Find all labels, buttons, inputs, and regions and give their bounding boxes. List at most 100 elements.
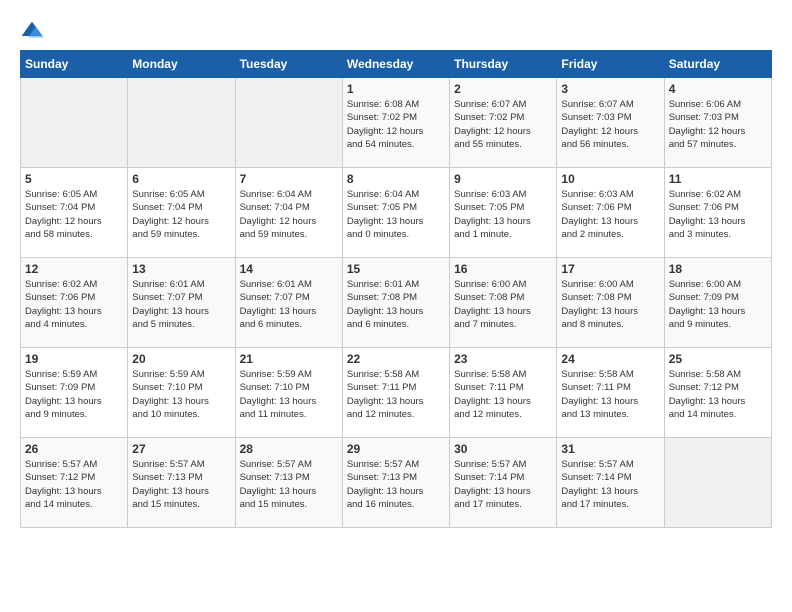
calendar-day-cell: 24 Sunrise: 5:58 AMSunset: 7:11 PMDayligh… [557, 348, 664, 438]
day-info: Sunrise: 6:01 AMSunset: 7:08 PMDaylight:… [347, 278, 445, 331]
weekday-header: Wednesday [342, 51, 449, 78]
calendar-week-row: 1 Sunrise: 6:08 AMSunset: 7:02 PMDaylight… [21, 78, 772, 168]
day-info: Sunrise: 5:58 AMSunset: 7:12 PMDaylight:… [669, 368, 767, 421]
day-info: Sunrise: 6:03 AMSunset: 7:06 PMDaylight:… [561, 188, 659, 241]
day-number: 10 [561, 172, 659, 186]
day-info: Sunrise: 6:03 AMSunset: 7:05 PMDaylight:… [454, 188, 552, 241]
day-number: 22 [347, 352, 445, 366]
calendar-day-cell: 23Sunrise: 5:58 AMSunset: 7:11 PMDayligh… [450, 348, 557, 438]
day-number: 25 [669, 352, 767, 366]
day-info: Sunrise: 6:01 AMSunset: 7:07 PMDaylight:… [132, 278, 230, 331]
day-info: Sunrise: 6:04 AMSunset: 7:04 PMDaylight:… [240, 188, 338, 241]
calendar-day-cell: 4 Sunrise: 6:06 AMSunset: 7:03 PMDaylight… [664, 78, 771, 168]
calendar-day-cell [21, 78, 128, 168]
calendar-day-cell: 21 Sunrise: 5:59 AMSunset: 7:10 PMDayligh… [235, 348, 342, 438]
day-info: Sunrise: 6:07 AMSunset: 7:02 PMDaylight:… [454, 98, 552, 151]
weekday-header: Tuesday [235, 51, 342, 78]
calendar-day-cell [128, 78, 235, 168]
day-info: Sunrise: 5:57 AMSunset: 7:13 PMDaylight:… [240, 458, 338, 511]
calendar-week-row: 19Sunrise: 5:59 AMSunset: 7:09 PMDayligh… [21, 348, 772, 438]
day-number: 21 [240, 352, 338, 366]
calendar-table: SundayMondayTuesdayWednesdayThursdayFrid… [20, 50, 772, 528]
day-info: Sunrise: 5:57 AMSunset: 7:14 PMDaylight:… [561, 458, 659, 511]
logo-icon [20, 20, 44, 40]
day-info: Sunrise: 5:59 AMSunset: 7:10 PMDaylight:… [132, 368, 230, 421]
calendar-day-cell: 13 Sunrise: 6:01 AMSunset: 7:07 PMDayligh… [128, 258, 235, 348]
day-number: 6 [132, 172, 230, 186]
day-number: 23 [454, 352, 552, 366]
day-info: Sunrise: 5:58 AMSunset: 7:11 PMDaylight:… [347, 368, 445, 421]
day-number: 3 [561, 82, 659, 96]
calendar-day-cell [235, 78, 342, 168]
calendar-day-cell: 6 Sunrise: 6:05 AMSunset: 7:04 PMDaylight… [128, 168, 235, 258]
calendar-day-cell: 7 Sunrise: 6:04 AMSunset: 7:04 PMDaylight… [235, 168, 342, 258]
day-info: Sunrise: 5:57 AMSunset: 7:12 PMDaylight:… [25, 458, 123, 511]
day-number: 1 [347, 82, 445, 96]
calendar-day-cell: 1 Sunrise: 6:08 AMSunset: 7:02 PMDaylight… [342, 78, 449, 168]
calendar-day-cell: 11 Sunrise: 6:02 AMSunset: 7:06 PMDayligh… [664, 168, 771, 258]
day-info: Sunrise: 6:07 AMSunset: 7:03 PMDaylight:… [561, 98, 659, 151]
calendar-day-cell: 22 Sunrise: 5:58 AMSunset: 7:11 PMDayligh… [342, 348, 449, 438]
day-info: Sunrise: 5:57 AMSunset: 7:13 PMDaylight:… [347, 458, 445, 511]
day-info: Sunrise: 5:59 AMSunset: 7:10 PMDaylight:… [240, 368, 338, 421]
calendar-day-cell: 12 Sunrise: 6:02 AMSunset: 7:06 PMDayligh… [21, 258, 128, 348]
day-info: Sunrise: 5:59 AMSunset: 7:09 PMDaylight:… [25, 368, 123, 421]
day-number: 27 [132, 442, 230, 456]
day-info: Sunrise: 5:57 AMSunset: 7:14 PMDaylight:… [454, 458, 552, 511]
day-number: 11 [669, 172, 767, 186]
day-number: 18 [669, 262, 767, 276]
calendar-week-row: 26 Sunrise: 5:57 AMSunset: 7:12 PMDayligh… [21, 438, 772, 528]
day-number: 12 [25, 262, 123, 276]
day-number: 26 [25, 442, 123, 456]
calendar-day-cell: 9 Sunrise: 6:03 AMSunset: 7:05 PMDaylight… [450, 168, 557, 258]
day-number: 16 [454, 262, 552, 276]
day-info: Sunrise: 6:00 AMSunset: 7:09 PMDaylight:… [669, 278, 767, 331]
day-number: 17 [561, 262, 659, 276]
weekday-header: Monday [128, 51, 235, 78]
calendar-day-cell: 16Sunrise: 6:00 AMSunset: 7:08 PMDayligh… [450, 258, 557, 348]
day-info: Sunrise: 6:05 AMSunset: 7:04 PMDaylight:… [25, 188, 123, 241]
day-number: 28 [240, 442, 338, 456]
day-number: 14 [240, 262, 338, 276]
day-number: 15 [347, 262, 445, 276]
calendar-day-cell: 5Sunrise: 6:05 AMSunset: 7:04 PMDaylight… [21, 168, 128, 258]
day-number: 4 [669, 82, 767, 96]
day-number: 24 [561, 352, 659, 366]
calendar-day-cell: 31 Sunrise: 5:57 AMSunset: 7:14 PMDayligh… [557, 438, 664, 528]
calendar-day-cell: 15 Sunrise: 6:01 AMSunset: 7:08 PMDayligh… [342, 258, 449, 348]
calendar-day-cell: 17 Sunrise: 6:00 AMSunset: 7:08 PMDayligh… [557, 258, 664, 348]
day-info: Sunrise: 6:02 AMSunset: 7:06 PMDaylight:… [25, 278, 123, 331]
day-info: Sunrise: 6:02 AMSunset: 7:06 PMDaylight:… [669, 188, 767, 241]
day-info: Sunrise: 6:06 AMSunset: 7:03 PMDaylight:… [669, 98, 767, 151]
day-number: 9 [454, 172, 552, 186]
calendar-day-cell: 27Sunrise: 5:57 AMSunset: 7:13 PMDayligh… [128, 438, 235, 528]
calendar-week-row: 12 Sunrise: 6:02 AMSunset: 7:06 PMDayligh… [21, 258, 772, 348]
calendar-day-cell: 8Sunrise: 6:04 AMSunset: 7:05 PMDaylight… [342, 168, 449, 258]
logo [20, 20, 48, 40]
day-number: 29 [347, 442, 445, 456]
day-number: 7 [240, 172, 338, 186]
calendar-day-cell: 2Sunrise: 6:07 AMSunset: 7:02 PMDaylight… [450, 78, 557, 168]
day-info: Sunrise: 6:00 AMSunset: 7:08 PMDaylight:… [561, 278, 659, 331]
weekday-header: Saturday [664, 51, 771, 78]
weekday-header: Sunday [21, 51, 128, 78]
day-info: Sunrise: 6:05 AMSunset: 7:04 PMDaylight:… [132, 188, 230, 241]
calendar-day-cell: 29 Sunrise: 5:57 AMSunset: 7:13 PMDayligh… [342, 438, 449, 528]
day-info: Sunrise: 6:08 AMSunset: 7:02 PMDaylight:… [347, 98, 445, 151]
calendar-day-cell: 26 Sunrise: 5:57 AMSunset: 7:12 PMDayligh… [21, 438, 128, 528]
calendar-day-cell: 19Sunrise: 5:59 AMSunset: 7:09 PMDayligh… [21, 348, 128, 438]
calendar-day-cell: 25 Sunrise: 5:58 AMSunset: 7:12 PMDayligh… [664, 348, 771, 438]
calendar-day-cell: 28 Sunrise: 5:57 AMSunset: 7:13 PMDayligh… [235, 438, 342, 528]
calendar-day-cell: 14 Sunrise: 6:01 AMSunset: 7:07 PMDayligh… [235, 258, 342, 348]
weekday-header: Friday [557, 51, 664, 78]
day-number: 31 [561, 442, 659, 456]
day-info: Sunrise: 5:58 AMSunset: 7:11 PMDaylight:… [561, 368, 659, 421]
calendar-day-cell: 3 Sunrise: 6:07 AMSunset: 7:03 PMDaylight… [557, 78, 664, 168]
weekday-header-row: SundayMondayTuesdayWednesdayThursdayFrid… [21, 51, 772, 78]
calendar-day-cell [664, 438, 771, 528]
day-info: Sunrise: 6:01 AMSunset: 7:07 PMDaylight:… [240, 278, 338, 331]
day-number: 13 [132, 262, 230, 276]
calendar-week-row: 5Sunrise: 6:05 AMSunset: 7:04 PMDaylight… [21, 168, 772, 258]
calendar-day-cell: 10 Sunrise: 6:03 AMSunset: 7:06 PMDayligh… [557, 168, 664, 258]
calendar-day-cell: 30Sunrise: 5:57 AMSunset: 7:14 PMDayligh… [450, 438, 557, 528]
